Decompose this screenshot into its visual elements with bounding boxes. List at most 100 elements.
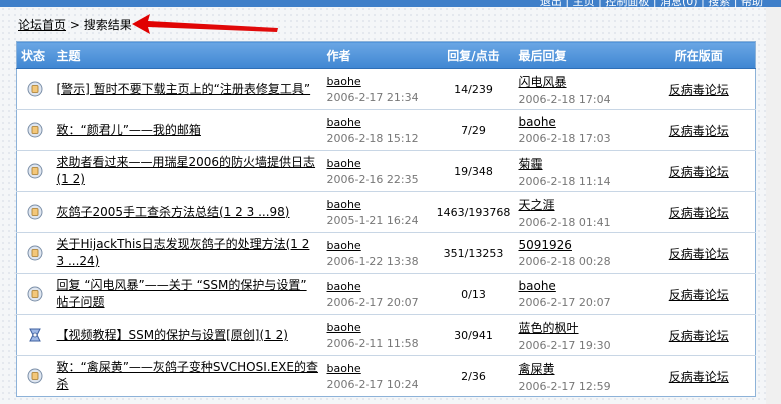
author-link[interactable]: baohe (327, 157, 429, 170)
last-reply-user-link[interactable]: 蓝色的枫叶 (519, 321, 579, 335)
breadcrumb-home-link[interactable]: 论坛首页 (18, 18, 66, 32)
topic-link[interactable]: 回复 “闪电风暴”——关于 “SSM的保护与设置” 帖子问题 (57, 278, 307, 309)
topic-icon (27, 368, 43, 384)
status-cell (16, 109, 53, 151)
last-reply-date: 2006-2-18 17:03 (518, 132, 611, 145)
forum-cell: 反病毒论坛 (642, 232, 756, 274)
last-reply-date: 2006-2-17 20:07 (518, 296, 611, 309)
col-header-last-reply: 最后回复 (514, 41, 643, 69)
last-reply-user-link[interactable]: 闪电风暴 (519, 75, 567, 89)
topic-link[interactable]: 关于HijackThis日志发现灰鸽子的处理方法(1 2 3 ...24) (57, 237, 310, 268)
forum-link[interactable]: 反病毒论坛 (669, 83, 729, 97)
forum-cell: 反病毒论坛 (642, 109, 756, 151)
topic-cell: 【视频教程】SSM的保护与设置[原创](1 2) (52, 314, 323, 356)
post-date: 2006-2-17 20:07 (326, 295, 419, 309)
post-date: 2006-2-16 22:35 (326, 172, 419, 186)
author-cell: baohe 2006-2-16 22:35 (322, 150, 433, 192)
table-row: [警示] 暂时不要下载主页上的“注册表修复工具” baohe 2006-2-17 2… (16, 68, 756, 110)
replies-views: 1463/193768 (432, 191, 515, 233)
last-reply-cell: 禽屎黄 2006-2-17 12:59 (514, 355, 643, 397)
author-link[interactable]: baohe (327, 362, 429, 375)
author-cell: baohe 2006-2-17 10:24 (322, 355, 433, 397)
top-nav-bar: 退出 | 主页 | 控制面板 | 消息(0) | 搜索 | 帮助 (0, 0, 781, 9)
forum-link[interactable]: 反病毒论坛 (669, 288, 729, 302)
search-results-table: 状态 主题 作者 回复/点击 最后回复 所在版面 [警示] 暂时不要下载主页上的… (16, 41, 756, 397)
vertical-scrollbar[interactable] (766, 7, 781, 404)
last-reply-cell: 蓝色的枫叶 2006-2-17 19:30 (514, 314, 643, 356)
table-row: 求助者看过来——用瑞星2006的防火墙提供日志(1 2) baohe 2006-2-… (16, 150, 756, 192)
forum-link[interactable]: 反病毒论坛 (669, 329, 729, 343)
topic-link[interactable]: 【视频教程】SSM的保护与设置[原创](1 2) (57, 328, 288, 342)
post-date: 2006-2-17 10:24 (326, 377, 419, 391)
table-row: 致：“禽屎黄”——灰鸽子变种SVCHOSI.EXE的查杀 baohe 2006-2-… (16, 355, 756, 397)
topic-link[interactable]: 灰鸽子2005手工查杀方法总结(1 2 3 ...98) (57, 205, 290, 219)
last-reply-user-link[interactable]: 菊霾 (519, 157, 543, 171)
topic-link[interactable]: 求助者看过来——用瑞星2006的防火墙提供日志(1 2) (57, 155, 316, 186)
status-cell (16, 273, 53, 315)
topic-link[interactable]: 致：“禽屎黄”——灰鸽子变种SVCHOSI.EXE的查杀 (57, 360, 318, 391)
topic-cell: 回复 “闪电风暴”——关于 “SSM的保护与设置” 帖子问题 (52, 273, 323, 315)
table-row: 回复 “闪电风暴”——关于 “SSM的保护与设置” 帖子问题 baohe 2006-… (16, 273, 756, 315)
topic-cell: 灰鸽子2005手工查杀方法总结(1 2 3 ...98) (52, 191, 323, 233)
forum-link[interactable]: 反病毒论坛 (669, 124, 729, 138)
forum-link[interactable]: 反病毒论坛 (669, 165, 729, 179)
last-reply-cell: 天之涯 2006-2-18 01:41 (514, 191, 643, 233)
last-reply-user-link[interactable]: 5091926 (519, 238, 572, 252)
topic-cell: [警示] 暂时不要下载主页上的“注册表修复工具” (52, 68, 323, 110)
last-reply-cell: 5091926 2006-2-18 00:28 (514, 232, 643, 274)
status-cell (16, 355, 53, 397)
last-reply-user-link[interactable]: baohe (519, 279, 556, 293)
breadcrumb-current: 搜索结果 (83, 18, 132, 32)
author-link[interactable]: baohe (327, 198, 429, 211)
author-cell: baohe 2006-2-18 15:12 (322, 109, 433, 151)
author-cell: baohe 2005-1-21 16:24 (322, 191, 433, 233)
last-reply-cell: 闪电风暴 2006-2-18 17:04 (514, 68, 643, 110)
last-reply-date: 2006-2-18 00:28 (518, 255, 611, 268)
author-cell: baohe 2006-1-22 13:38 (322, 232, 433, 274)
topic-icon (27, 163, 43, 179)
top-nav-links[interactable]: 退出 | 主页 | 控制面板 | 消息(0) | 搜索 | 帮助 (540, 0, 763, 9)
status-cell (16, 150, 53, 192)
forum-cell: 反病毒论坛 (642, 355, 756, 397)
replies-views: 0/13 (432, 273, 515, 315)
author-cell: baohe 2006-2-11 11:58 (322, 314, 433, 356)
table-row: 关于HijackThis日志发现灰鸽子的处理方法(1 2 3 ...24) bao… (16, 232, 756, 274)
topic-link[interactable]: 致：“颜君儿”——我的邮箱 (57, 123, 201, 137)
topic-icon (27, 204, 43, 220)
author-link[interactable]: baohe (327, 116, 429, 129)
replies-views: 2/36 (432, 355, 515, 397)
col-header-author: 作者 (322, 41, 433, 69)
last-reply-user-link[interactable]: 禽屎黄 (519, 362, 555, 376)
author-link[interactable]: baohe (327, 75, 429, 88)
author-link[interactable]: baohe (327, 321, 429, 334)
topic-cell: 求助者看过来——用瑞星2006的防火墙提供日志(1 2) (52, 150, 323, 192)
last-reply-user-link[interactable]: 天之涯 (519, 198, 555, 212)
col-header-topic: 主题 (52, 41, 323, 69)
author-cell: baohe 2006-2-17 20:07 (322, 273, 433, 315)
col-header-replies: 回复/点击 (432, 41, 515, 69)
last-reply-user-link[interactable]: baohe (519, 115, 556, 129)
last-reply-date: 2006-2-17 12:59 (518, 379, 611, 393)
red-arrow-annotation (132, 14, 278, 34)
topic-link[interactable]: [警示] 暂时不要下载主页上的“注册表修复工具” (57, 82, 311, 96)
author-link[interactable]: baohe (327, 280, 429, 293)
replies-views: 14/239 (432, 68, 515, 110)
author-link[interactable]: baohe (327, 239, 429, 252)
topic-cell: 致：“颜君儿”——我的邮箱 (52, 109, 323, 151)
last-reply-cell: baohe 2006-2-18 17:03 (514, 109, 643, 151)
forum-link[interactable]: 反病毒论坛 (669, 247, 729, 261)
forum-cell: 反病毒论坛 (642, 273, 756, 315)
post-date: 2006-2-11 11:58 (326, 336, 419, 350)
status-cell (16, 314, 53, 356)
status-cell (16, 232, 53, 274)
col-header-status: 状态 (16, 41, 53, 69)
post-date: 2006-2-17 21:34 (326, 90, 419, 104)
forum-cell: 反病毒论坛 (642, 150, 756, 192)
replies-views: 19/348 (432, 150, 515, 192)
forum-cell: 反病毒论坛 (642, 68, 756, 110)
topic-icon (27, 245, 43, 261)
table-row: 致：“颜君儿”——我的邮箱 baohe 2006-2-18 15:12 7/29 bao… (16, 109, 756, 151)
forum-link[interactable]: 反病毒论坛 (669, 206, 729, 220)
forum-link[interactable]: 反病毒论坛 (669, 370, 729, 384)
last-reply-cell: baohe 2006-2-17 20:07 (514, 273, 643, 315)
